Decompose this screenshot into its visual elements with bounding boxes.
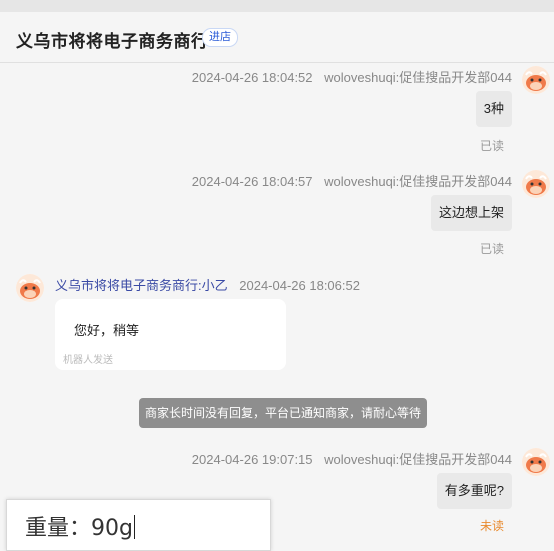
cow-avatar-icon (16, 274, 44, 302)
message-text: 您好，稍等 (74, 323, 140, 338)
cow-avatar-icon (522, 448, 550, 476)
message-meta: 2024-04-26 18:04:52 woloveshuqi:促佳搜品开发部0… (192, 67, 512, 86)
shop-title: 义乌市将将电子商务商行 (16, 32, 209, 51)
chat-header: 义乌市将将电子商务商行 进店 (0, 12, 554, 63)
message-input[interactable]: 重量：90g (6, 499, 271, 551)
message-bubble: 您好，稍等 机器人发送 (55, 299, 286, 370)
message-bubble: 有多重呢? (436, 473, 512, 509)
seller-avatar[interactable] (16, 274, 44, 302)
read-status: 已读 (479, 139, 504, 153)
buyer-avatar[interactable] (522, 170, 550, 198)
buyer-avatar[interactable] (522, 66, 550, 94)
message-meta: 义乌市将将电子商务商行:小乙 2024-04-26 18:06:52 (55, 275, 360, 294)
system-notice: 商家长时间没有回复，平台已通知商家，请耐心等待 (139, 398, 427, 428)
enter-shop-button[interactable]: 进店 (202, 28, 238, 47)
robot-sent-note: 机器人发送 (63, 355, 113, 366)
message-sender: woloveshuqi:促佳搜品开发部044 (324, 452, 512, 467)
message-sender: 义乌市将将电子商务商行:小乙 (55, 278, 228, 293)
message-bubble: 3种 (475, 91, 512, 127)
message-bubble: 这边想上架 (430, 195, 512, 231)
message-time: 2024-04-26 18:04:52 (191, 70, 313, 85)
message-sender: woloveshuqi:促佳搜品开发部044 (324, 70, 512, 85)
text-caret (133, 515, 135, 539)
message-time: 2024-04-26 19:07:15 (191, 452, 313, 467)
message-meta: 2024-04-26 18:04:57 woloveshuqi:促佳搜品开发部0… (192, 171, 512, 190)
input-value[interactable]: 重量：90g (25, 510, 135, 542)
window-top-strip (0, 0, 554, 12)
message-time: 2024-04-26 18:06:52 (239, 278, 360, 293)
unread-status: 未读 (479, 519, 504, 533)
message-time: 2024-04-26 18:04:57 (191, 174, 313, 189)
buyer-avatar[interactable] (522, 448, 550, 476)
message-sender: woloveshuqi:促佳搜品开发部044 (324, 174, 512, 189)
message-meta: 2024-04-26 19:07:15 woloveshuqi:促佳搜品开发部0… (192, 449, 512, 468)
read-status: 已读 (479, 242, 504, 256)
cow-avatar-icon (522, 66, 550, 94)
cow-avatar-icon (522, 170, 550, 198)
